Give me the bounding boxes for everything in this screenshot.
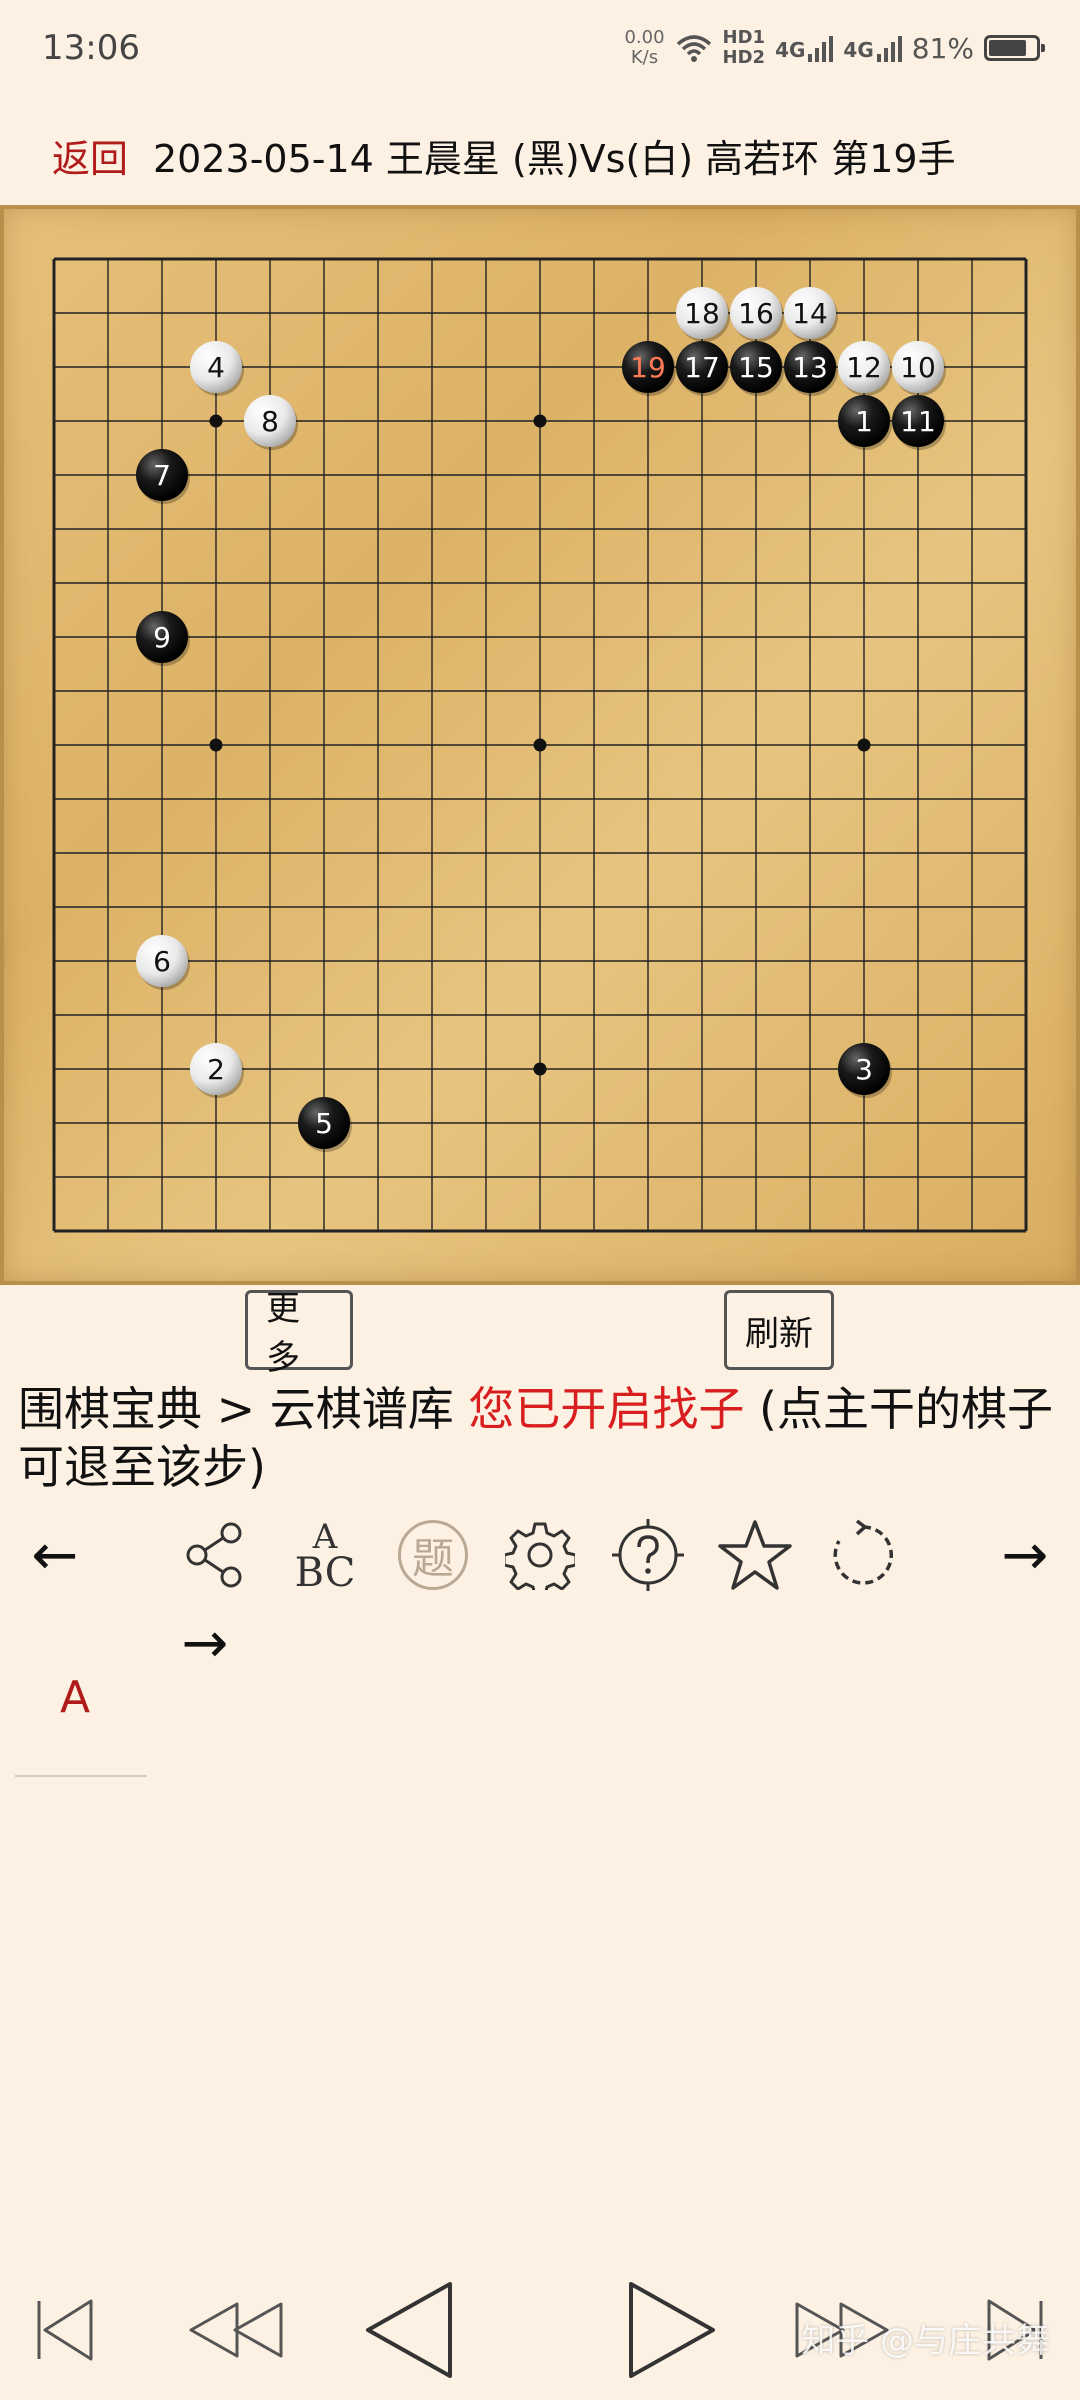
net-speed: 0.00 K/s	[624, 28, 664, 68]
wifi-icon	[676, 35, 711, 62]
move-number: 15	[738, 351, 774, 384]
move-number: 9	[153, 621, 171, 654]
find-stone-status: 您已开启找子	[468, 1382, 745, 1436]
settings-button[interactable]	[495, 1510, 585, 1600]
right-arrow-icon: →	[181, 1610, 229, 1676]
breadcrumb: 围棋宝典 > 云棋谱库	[18, 1382, 469, 1436]
move-number: 14	[792, 297, 828, 330]
move-number: 18	[684, 297, 720, 330]
rewind-icon	[189, 2302, 283, 2358]
hd-indicator: HD1 HD2	[723, 28, 766, 68]
rotate-button[interactable]	[818, 1510, 908, 1600]
next-arrow-button[interactable]: →	[980, 1510, 1070, 1600]
abc-button[interactable]: A BC	[280, 1510, 370, 1600]
prev-move-button[interactable]	[360, 2270, 455, 2390]
move-number: 4	[207, 351, 225, 384]
status-time: 13:06	[42, 28, 140, 68]
signal-1: 4G	[775, 34, 834, 62]
more-button[interactable]: 更多	[245, 1289, 353, 1378]
divider	[15, 1775, 147, 1777]
next-arrow-button-2[interactable]: →	[160, 1598, 250, 1688]
net-speed-value: 0.00	[624, 27, 665, 48]
next-move-icon	[628, 2282, 715, 2378]
move-number: 1	[855, 405, 873, 438]
move-number: 8	[261, 405, 279, 438]
move-number: 16	[738, 297, 774, 330]
favorite-button[interactable]	[710, 1510, 800, 1600]
move-number: 12	[846, 351, 882, 384]
signal-2-label: 4G	[843, 38, 874, 62]
abc-icon: A BC	[294, 1519, 356, 1596]
info-line: 围棋宝典 > 云棋谱库 您已开启找子 (点主干的棋子可退至该步)	[18, 1380, 1078, 1496]
star-point	[209, 414, 223, 428]
hd1-label: HD1	[722, 27, 766, 48]
rotate-icon	[833, 1519, 893, 1585]
first-move-icon	[37, 2299, 93, 2361]
move-number: 7	[153, 459, 171, 492]
variation-label[interactable]: A	[60, 1672, 90, 1723]
move-number: 2	[207, 1053, 225, 1086]
help-button[interactable]	[603, 1510, 693, 1600]
go-board[interactable]: 1 2 3 4 5 6 7 8 9 10 11 12 13 14 15 16 17 18 19	[0, 205, 1080, 1285]
help-icon	[612, 1519, 684, 1591]
move-number: 13	[792, 351, 828, 384]
prev-move-icon	[365, 2282, 452, 2378]
star-point	[857, 738, 871, 752]
hd2-label: HD2	[722, 47, 766, 68]
watermark: 知乎 @与庄共舞	[801, 2321, 1050, 2361]
move-number: 6	[153, 945, 171, 978]
toolbar: ← A BC 题 → →	[0, 1510, 1080, 1676]
move-number: 11	[900, 405, 936, 438]
back-button[interactable]: 返回	[52, 128, 128, 183]
problem-button[interactable]: 题	[388, 1510, 478, 1600]
problem-icon: 题	[398, 1520, 468, 1590]
signal-2: 4G	[843, 34, 902, 62]
star-point	[209, 738, 223, 752]
problem-char: 题	[411, 1533, 454, 1583]
prev-arrow-button[interactable]: ←	[10, 1510, 100, 1600]
board-canvas[interactable]: 12 345678910111213141516171819	[0, 205, 1080, 1285]
rewind-button[interactable]	[185, 2270, 285, 2390]
star-icon	[718, 1520, 792, 1590]
star-point	[533, 1062, 547, 1076]
gear-icon	[505, 1522, 575, 1590]
move-number: 10	[900, 351, 936, 384]
battery-percent: 81%	[911, 31, 974, 65]
signal-bars-icon	[808, 36, 834, 62]
move-number: 5	[315, 1107, 333, 1140]
net-speed-unit: K/s	[630, 47, 659, 68]
signal-bars-icon	[876, 36, 902, 62]
move-number: 19	[630, 351, 666, 384]
move-number: 17	[684, 351, 720, 384]
left-arrow-icon: ←	[31, 1522, 79, 1588]
status-icons: 0.00 K/s HD1 HD2 4G 4G 81%	[624, 28, 1045, 68]
right-arrow-icon: →	[1001, 1522, 1049, 1588]
share-icon	[186, 1522, 242, 1588]
share-button[interactable]	[170, 1510, 260, 1600]
battery-icon	[984, 35, 1045, 61]
star-point	[533, 738, 547, 752]
abc-bottom-letters: BC	[294, 1550, 356, 1596]
next-move-button[interactable]	[625, 2270, 720, 2390]
refresh-button[interactable]: 刷新	[724, 1290, 834, 1370]
star-point	[533, 414, 547, 428]
move-number: 3	[855, 1053, 873, 1086]
signal-1-label: 4G	[775, 38, 806, 62]
first-move-button[interactable]	[30, 2270, 100, 2390]
game-title: 2023-05-14 王晨星 (黑)Vs(白) 高若环 第19手	[153, 137, 956, 181]
